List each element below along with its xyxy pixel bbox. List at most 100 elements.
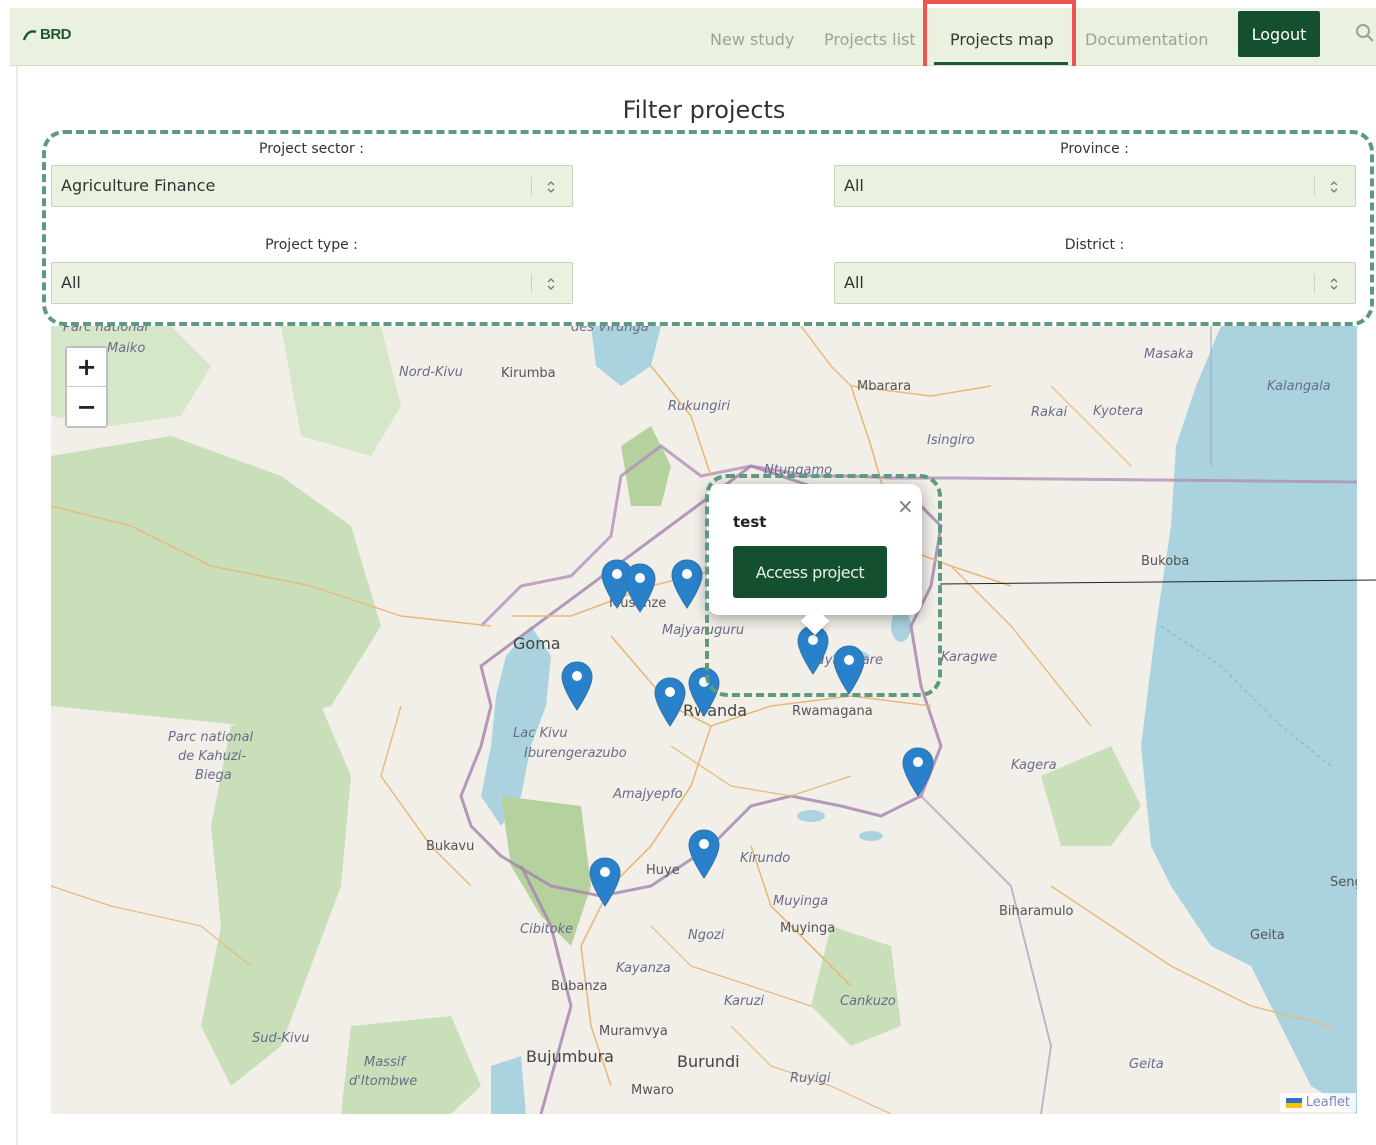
top-navbar: BRD New study Projects list Projects map…: [10, 8, 1376, 66]
map-marker-icon[interactable]: [901, 746, 935, 798]
project-type-label: Project type :: [265, 237, 358, 253]
map-label: Kirundo: [740, 851, 791, 866]
map-label: Biega: [195, 768, 232, 783]
map-label: Kagera: [1011, 758, 1057, 773]
map-label: Rwamagana: [792, 704, 873, 719]
map-label: Karuzi: [724, 994, 765, 1009]
map-label: Majyaruguru: [662, 623, 745, 638]
map-attribution[interactable]: Leaflet: [1279, 1093, 1356, 1112]
project-sector-select[interactable]: Agriculture Finance: [51, 165, 573, 207]
map-label: Iburengerazubo: [524, 746, 627, 761]
nav-documentation[interactable]: Documentation: [1085, 30, 1208, 49]
map-label: des Virunga: [571, 326, 649, 335]
map-label: Geita: [1129, 1057, 1164, 1072]
brand-logo[interactable]: BRD: [22, 26, 72, 43]
map-label: Geita: [1250, 928, 1285, 943]
province-select[interactable]: All: [834, 165, 1356, 207]
map-label: Kyotera: [1093, 404, 1144, 419]
project-type-select[interactable]: All: [51, 262, 573, 304]
province-label: Province :: [1060, 141, 1129, 157]
map-label: Kirumba: [501, 366, 556, 381]
zoom-out-button[interactable]: −: [67, 387, 106, 426]
district-value: All: [844, 273, 864, 292]
zoom-control: + −: [65, 346, 108, 428]
project-sector-value: Agriculture Finance: [61, 176, 216, 195]
brand-logo-text: BRD: [40, 26, 72, 43]
map-marker-icon[interactable]: [670, 558, 704, 610]
select-divider: [531, 177, 532, 196]
map-label: Nord-Kivu: [399, 365, 464, 380]
map-label: Sud-Kivu: [252, 1031, 310, 1046]
project-sector-label: Project sector :: [259, 141, 364, 157]
map-label: Bujumbura: [526, 1047, 614, 1066]
map-label: Cankuzo: [840, 994, 896, 1009]
select-arrows-icon: [547, 278, 555, 290]
select-divider: [531, 274, 532, 293]
map-label: Masaka: [1144, 347, 1194, 362]
map-label: Amajyepfo: [613, 787, 683, 802]
zoom-in-button[interactable]: +: [67, 348, 106, 387]
map-label: Burundi: [677, 1052, 740, 1071]
map-label: Seng: [1330, 875, 1357, 890]
map-label: Ntungamo: [764, 463, 833, 478]
district-select[interactable]: All: [834, 262, 1356, 304]
filter-projects-title: Filter projects: [622, 96, 786, 124]
select-arrows-icon: [1330, 278, 1338, 290]
map-label: Rukungiri: [668, 399, 731, 414]
map-label: d'Itombwe: [349, 1074, 418, 1089]
projects-map[interactable]: Parc national Maiko des Virunga Nord-Kiv…: [51, 326, 1357, 1114]
map-label: Huye: [646, 863, 680, 878]
map-label: Goma: [513, 634, 561, 653]
map-label: Mbarara: [857, 379, 912, 394]
map-label: Muyinga: [780, 921, 836, 936]
select-arrows-icon: [1330, 181, 1338, 193]
map-label: Lac Kivu: [513, 726, 568, 741]
map-label: Ngozi: [688, 928, 725, 943]
map-label: Mwaro: [631, 1083, 674, 1098]
map-label: Rakai: [1031, 405, 1068, 420]
map-label: Maiko: [107, 341, 146, 356]
map-marker-icon[interactable]: [623, 562, 657, 614]
project-type-value: All: [61, 273, 81, 292]
map-label: Kayanza: [616, 961, 671, 976]
map-label: Muyinga: [773, 894, 829, 909]
map-marker-icon[interactable]: [832, 644, 866, 696]
map-marker-icon[interactable]: [560, 660, 594, 712]
map-marker-icon[interactable]: [687, 828, 721, 880]
map-label: Kalangala: [1267, 379, 1331, 394]
select-divider: [1314, 177, 1315, 196]
map-label: Bukavu: [426, 839, 475, 854]
map-marker-icon[interactable]: [687, 666, 721, 718]
map-label: Biharamulo: [999, 904, 1074, 919]
map-label: Bukoba: [1141, 554, 1190, 569]
select-divider: [1314, 274, 1315, 293]
map-label: Isingiro: [927, 433, 975, 448]
map-marker-icon[interactable]: [588, 856, 622, 908]
map-label: Massif: [364, 1055, 405, 1070]
select-arrows-icon: [547, 181, 555, 193]
nav-new-study[interactable]: New study: [710, 30, 794, 49]
map-label: Ruyigi: [790, 1071, 831, 1086]
map-label: Parc national: [63, 326, 149, 335]
popup-close-icon[interactable]: ×: [897, 496, 914, 516]
map-label: Muramvya: [599, 1024, 668, 1039]
search-icon[interactable]: [1354, 22, 1376, 44]
map-base-layer: [51, 326, 1357, 1114]
map-label: Cibitoke: [520, 922, 574, 937]
leaflet-link[interactable]: Leaflet: [1306, 1095, 1350, 1110]
callout-line: [940, 579, 1376, 585]
access-project-button[interactable]: Access project: [733, 546, 887, 598]
logout-button[interactable]: Logout: [1238, 11, 1320, 57]
district-label: District :: [1064, 237, 1125, 253]
province-value: All: [844, 176, 864, 195]
map-label: Karagwe: [941, 650, 998, 665]
map-label: Parc national: [168, 730, 254, 745]
map-label: Bubanza: [551, 979, 608, 994]
map-marker-icon[interactable]: [653, 676, 687, 728]
map-label: de Kahuzi-: [178, 749, 247, 764]
nav-projects-list[interactable]: Projects list: [824, 30, 916, 49]
popup-title: test: [733, 513, 767, 531]
logo-arc-icon: [22, 29, 37, 40]
project-popup: test × Access project: [707, 484, 922, 636]
ukraine-flag-icon: [1285, 1097, 1302, 1108]
